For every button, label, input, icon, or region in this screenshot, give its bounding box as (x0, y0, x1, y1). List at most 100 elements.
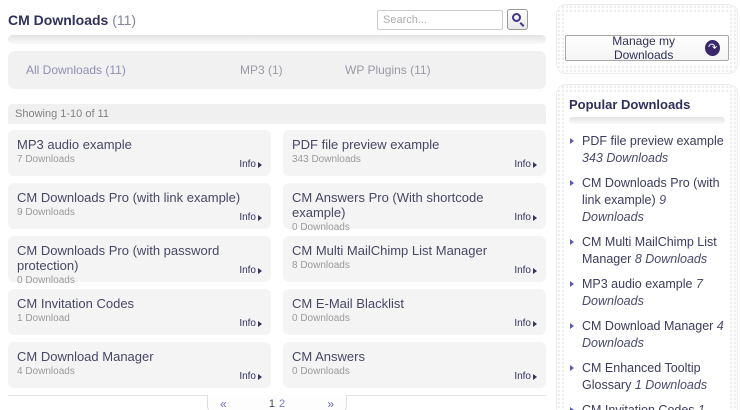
popular-item-title: CM Download Manager (582, 319, 713, 333)
title-divider-bar (8, 35, 546, 44)
manage-button-label: Manage my Downloads (586, 34, 701, 62)
info-label: Info (514, 318, 531, 329)
info-arrow-icon (533, 215, 537, 221)
popular-item-title: MP3 audio example (582, 277, 692, 291)
info-link[interactable]: Info (239, 212, 262, 223)
showing-status: Showing 1-10 of 11 (8, 104, 546, 124)
download-card: PDF file preview example 343 Downloads I… (283, 130, 546, 176)
popular-item-count: 8 Downloads (635, 252, 707, 266)
download-card: CM Downloads Pro (with password protecti… (8, 236, 271, 282)
category-tabs: All Downloads (11) MP3 (1) WP Plugins (1… (8, 51, 546, 89)
bullet-arrow-icon (570, 323, 574, 329)
bullet-arrow-icon (570, 281, 574, 287)
popular-item[interactable]: CM Enhanced Tooltip Glossary 1 Downloads (569, 360, 725, 394)
info-arrow-icon (258, 374, 262, 380)
info-link[interactable]: Info (239, 318, 262, 329)
download-count: 7 Downloads (17, 154, 262, 165)
pagination-prev-button[interactable]: « (220, 397, 227, 410)
tab-mp3[interactable]: MP3 (1) (240, 63, 283, 77)
info-link[interactable]: Info (514, 371, 537, 382)
popular-downloads-list: PDF file preview example 343 Downloads C… (569, 133, 725, 410)
info-link[interactable]: Info (514, 265, 537, 276)
info-label: Info (239, 265, 256, 276)
bullet-arrow-icon (570, 138, 574, 144)
pagination-pages: 1 2 (269, 398, 285, 410)
manage-downloads-box: Manage my Downloads ↷ (556, 4, 738, 74)
download-title: CM Answers Pro (With shortcode example) (292, 190, 537, 220)
cm-downloads-page: CM Downloads (11) All Downloads (11) MP3… (0, 0, 740, 410)
info-label: Info (239, 318, 256, 329)
pagination-page-2[interactable]: 2 (279, 398, 285, 410)
popular-item[interactable]: CM Invitation Codes 1 Downloads (569, 402, 725, 410)
search-icon (512, 13, 521, 22)
page-header: CM Downloads (11) (8, 6, 546, 32)
info-link[interactable]: Info (239, 371, 262, 382)
popular-item[interactable]: CM Download Manager 4 Downloads (569, 318, 725, 352)
info-arrow-icon (533, 374, 537, 380)
info-label: Info (514, 212, 531, 223)
info-link[interactable]: Info (239, 265, 262, 276)
tab-wp-plugins[interactable]: WP Plugins (11) (345, 63, 431, 77)
info-arrow-icon (533, 321, 537, 327)
download-title: CM Download Manager (17, 349, 262, 364)
download-card: CM Download Manager 4 Downloads Info (8, 342, 271, 388)
info-arrow-icon (533, 268, 537, 274)
info-label: Info (514, 265, 531, 276)
popular-item-title: CM Invitation Codes (582, 403, 695, 410)
info-arrow-icon (258, 215, 262, 221)
popular-item[interactable]: CM Multi MailChimp List Manager 8 Downlo… (569, 234, 725, 268)
download-card: CM Answers Pro (With shortcode example) … (283, 183, 546, 229)
download-card: CM Multi MailChimp List Manager 8 Downlo… (283, 236, 546, 282)
info-link[interactable]: Info (514, 159, 537, 170)
download-title: MP3 audio example (17, 137, 262, 152)
info-link[interactable]: Info (514, 212, 537, 223)
pagination: « 1 2 » (207, 395, 347, 410)
page-title: CM Downloads (11) (8, 6, 136, 28)
download-count: 0 Downloads (292, 313, 537, 324)
popular-item-count: 1 Downloads (635, 378, 707, 392)
sidebar: Manage my Downloads ↷ Popular Downloads … (556, 4, 738, 410)
download-count: 4 Downloads (17, 366, 262, 377)
pagination-next-button[interactable]: » (327, 397, 334, 410)
manage-downloads-box-inner: Manage my Downloads ↷ (565, 13, 729, 65)
download-count: 343 Downloads (292, 154, 537, 165)
download-title: CM E-Mail Blacklist (292, 296, 537, 311)
bullet-arrow-icon (570, 365, 574, 371)
download-count: 1 Download (17, 313, 262, 324)
info-label: Info (514, 159, 531, 170)
bullet-arrow-icon (570, 239, 574, 245)
downloads-grid: MP3 audio example 7 Downloads Info PDF f… (8, 130, 546, 388)
search-button[interactable] (507, 9, 528, 30)
download-title: CM Downloads Pro (with link example) (17, 190, 262, 205)
download-title: CM Answers (292, 349, 537, 364)
search-input[interactable] (377, 10, 503, 30)
download-count: 9 Downloads (17, 207, 262, 218)
popular-item-title: PDF file preview example (582, 134, 724, 148)
popular-item[interactable]: PDF file preview example 343 Downloads (569, 133, 725, 167)
page-title-text: CM Downloads (8, 12, 108, 28)
download-card: MP3 audio example 7 Downloads Info (8, 130, 271, 176)
popular-downloads-box-inner: Popular Downloads PDF file preview examp… (565, 93, 729, 410)
redo-arrow-icon: ↷ (705, 40, 720, 56)
info-label: Info (239, 371, 256, 382)
manage-my-downloads-button[interactable]: Manage my Downloads ↷ (565, 35, 729, 61)
info-arrow-icon (258, 162, 262, 168)
download-title: PDF file preview example (292, 137, 537, 152)
page-title-count: (11) (112, 12, 136, 28)
bullet-arrow-icon (570, 180, 574, 186)
pagination-page-1[interactable]: 1 (269, 398, 275, 410)
download-card: CM E-Mail Blacklist 0 Downloads Info (283, 289, 546, 335)
popular-downloads-title: Popular Downloads (569, 97, 725, 112)
info-label: Info (514, 371, 531, 382)
download-count: 0 Downloads (292, 366, 537, 377)
popular-item[interactable]: MP3 audio example 7 Downloads (569, 276, 725, 310)
info-link[interactable]: Info (239, 159, 262, 170)
info-link[interactable]: Info (514, 318, 537, 329)
search-area (377, 6, 528, 30)
popular-item[interactable]: CM Downloads Pro (with link example) 9 D… (569, 175, 725, 226)
download-card: CM Invitation Codes 1 Download Info (8, 289, 271, 335)
download-title: CM Invitation Codes (17, 296, 262, 311)
download-title: CM Downloads Pro (with password protecti… (17, 243, 262, 273)
download-title: CM Multi MailChimp List Manager (292, 243, 537, 258)
tab-all-downloads[interactable]: All Downloads (11) (26, 63, 126, 77)
